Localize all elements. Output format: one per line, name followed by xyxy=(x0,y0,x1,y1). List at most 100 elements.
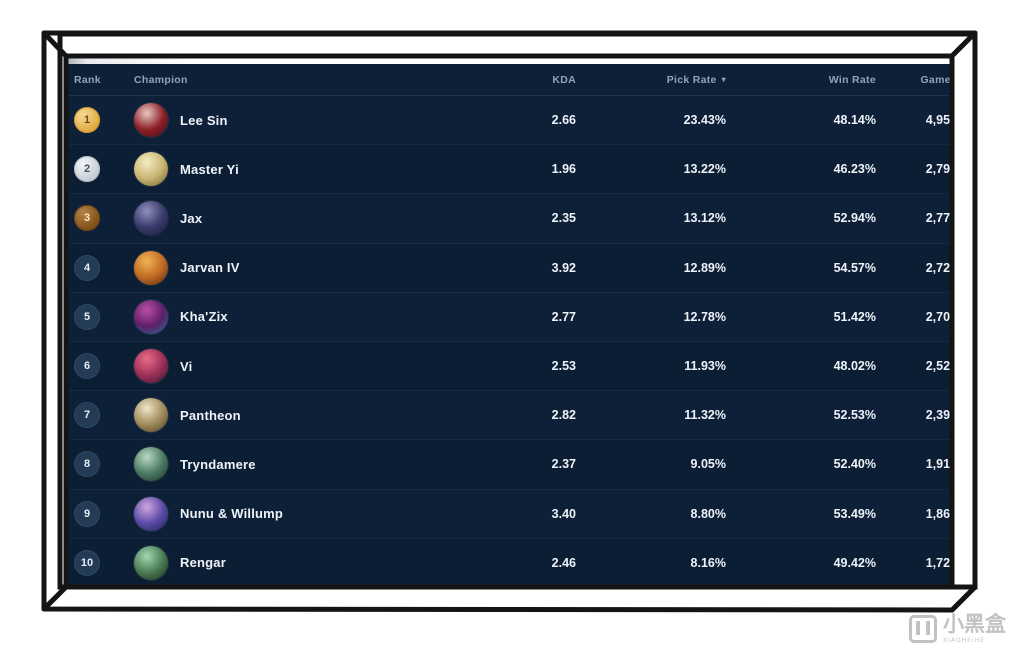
rank-cell: 2 xyxy=(74,156,120,183)
table-row[interactable]: 5 Kha'Zix 2.77 12.78% 51.42% 2,703 xyxy=(60,293,957,342)
pick-rate-value: 11.32% xyxy=(684,408,726,423)
column-header-pick-rate[interactable]: Pick Rate ▾ xyxy=(576,74,726,86)
column-header-rank[interactable]: Rank xyxy=(74,74,120,86)
rank-badge: 1 xyxy=(74,107,100,134)
rank-cell: 9 xyxy=(74,500,120,527)
column-header-pick-rate-label: Pick Rate xyxy=(666,73,717,86)
xiaoheihe-logo-icon xyxy=(909,615,937,643)
pick-rate-value: 13.22% xyxy=(683,162,726,177)
champion-avatar xyxy=(134,545,168,580)
watermark-text: 小黑盒 xyxy=(943,612,1006,636)
win-rate-value: 52.53% xyxy=(833,408,876,423)
champion-name: Jax xyxy=(180,210,203,226)
rank-cell: 10 xyxy=(74,549,120,576)
champion-cell[interactable]: Pantheon xyxy=(120,398,470,433)
table-row[interactable]: 6 Vi 2.53 11.93% 48.02% 2,522 xyxy=(60,341,957,392)
page-top-whitespace xyxy=(60,34,975,64)
kda-value: 3.92 xyxy=(551,260,576,275)
kda-value: 2.82 xyxy=(551,408,576,423)
rank-badge: 7 xyxy=(74,402,100,429)
rank-cell: 3 xyxy=(74,205,120,232)
champion-avatar xyxy=(134,152,168,187)
table-row[interactable]: 9 Nunu & Willump 3.40 8.80% 53.49% 1,862 xyxy=(60,490,957,539)
champion-avatar xyxy=(134,250,168,285)
champion-cell[interactable]: Kha'Zix xyxy=(120,299,470,334)
champion-name: Kha'Zix xyxy=(180,309,228,325)
win-rate-value: 48.02% xyxy=(833,359,876,374)
games-value: 2,522 xyxy=(925,359,957,374)
champion-stats-table: Rank Champion KDA Pick Rate ▾ Win Rate Ga… xyxy=(60,64,957,587)
rank-cell: 7 xyxy=(74,402,120,429)
rank-cell: 8 xyxy=(74,451,120,478)
pick-rate-value: 12.78% xyxy=(683,309,726,324)
column-header-kda[interactable]: KDA xyxy=(470,74,576,86)
table-row[interactable]: 8 Tryndamere 2.37 9.05% 52.40% 1,914 xyxy=(60,440,957,490)
champion-name: Vi xyxy=(180,358,193,374)
champion-avatar xyxy=(134,349,168,384)
games-value: 2,703 xyxy=(925,309,957,324)
table-row[interactable]: 4 Jarvan IV 3.92 12.89% 54.57% 2,725 xyxy=(60,243,957,293)
rank-badge: 10 xyxy=(74,549,100,576)
win-rate-value: 48.14% xyxy=(833,113,876,128)
champion-name: Nunu & Willump xyxy=(180,506,284,522)
kda-value: 2.77 xyxy=(551,309,576,324)
caret-down-icon: ▾ xyxy=(721,74,726,84)
rank-badge: 6 xyxy=(74,353,100,380)
champion-avatar xyxy=(134,299,168,334)
win-rate-value: 52.40% xyxy=(833,457,876,472)
table-row[interactable]: 3 Jax 2.35 13.12% 52.94% 2,775 xyxy=(60,194,957,244)
pick-rate-value: 13.12% xyxy=(683,211,726,226)
win-rate-value: 52.94% xyxy=(833,211,876,226)
champion-cell[interactable]: Nunu & Willump xyxy=(120,496,470,531)
table-row[interactable]: 2 Master Yi 1.96 13.22% 46.23% 2,795 xyxy=(60,145,957,195)
rank-cell: 1 xyxy=(74,107,120,134)
kda-value: 2.53 xyxy=(551,359,576,374)
kda-value: 2.35 xyxy=(551,211,576,226)
champion-name: Pantheon xyxy=(180,407,241,423)
champion-avatar xyxy=(134,201,168,236)
rank-badge: 8 xyxy=(74,451,100,478)
games-value: 1,914 xyxy=(925,457,957,472)
pick-rate-value: 8.80% xyxy=(690,506,726,521)
win-rate-value: 51.42% xyxy=(833,309,876,324)
champion-avatar xyxy=(134,398,168,433)
champion-name: Tryndamere xyxy=(180,456,256,472)
rank-badge: 5 xyxy=(74,303,100,330)
kda-value: 2.37 xyxy=(551,457,576,472)
champion-name: Lee Sin xyxy=(180,112,228,128)
pick-rate-value: 8.16% xyxy=(690,555,726,570)
pick-rate-value: 23.43% xyxy=(683,113,726,128)
champion-name: Jarvan IV xyxy=(180,260,240,276)
champion-cell[interactable]: Jax xyxy=(120,201,470,236)
champion-cell[interactable]: Tryndamere xyxy=(120,447,470,482)
win-rate-value: 46.23% xyxy=(833,162,876,177)
rank-badge: 9 xyxy=(74,500,100,527)
games-value: 2,795 xyxy=(925,162,957,177)
pick-rate-value: 12.89% xyxy=(683,260,726,275)
games-value: 1,726 xyxy=(925,555,957,570)
column-header-win-rate[interactable]: Win Rate xyxy=(726,74,876,86)
champion-avatar xyxy=(134,447,168,482)
games-value: 2,395 xyxy=(925,408,957,423)
column-header-games[interactable]: Games xyxy=(876,74,957,86)
pick-rate-value: 11.93% xyxy=(684,359,726,374)
champion-cell[interactable]: Vi xyxy=(120,349,470,384)
screenshot-root: Rank Champion KDA Pick Rate ▾ Win Rate Ga… xyxy=(0,0,1020,650)
pick-rate-value: 9.05% xyxy=(690,457,726,472)
champion-cell[interactable]: Jarvan IV xyxy=(120,250,470,285)
win-rate-value: 53.49% xyxy=(833,506,876,521)
table-row[interactable]: 7 Pantheon 2.82 11.32% 52.53% 2,395 xyxy=(60,391,957,441)
page-right-whitespace xyxy=(957,34,975,587)
table-row[interactable]: 1 Lee Sin 2.66 23.43% 48.14% 4,954 xyxy=(60,96,957,146)
table-row[interactable]: 10 Rengar 2.46 8.16% 49.42% 1,726 xyxy=(60,538,957,587)
rank-badge: 3 xyxy=(74,205,100,232)
column-header-champion[interactable]: Champion xyxy=(120,74,470,86)
champion-cell[interactable]: Rengar xyxy=(120,545,470,580)
champion-cell[interactable]: Lee Sin xyxy=(120,103,470,138)
rank-cell: 5 xyxy=(74,303,120,330)
champion-cell[interactable]: Master Yi xyxy=(120,152,470,187)
kda-value: 1.96 xyxy=(551,162,576,177)
rank-badge: 2 xyxy=(74,156,100,183)
rank-badge: 4 xyxy=(74,254,100,281)
win-rate-value: 54.57% xyxy=(833,260,876,275)
